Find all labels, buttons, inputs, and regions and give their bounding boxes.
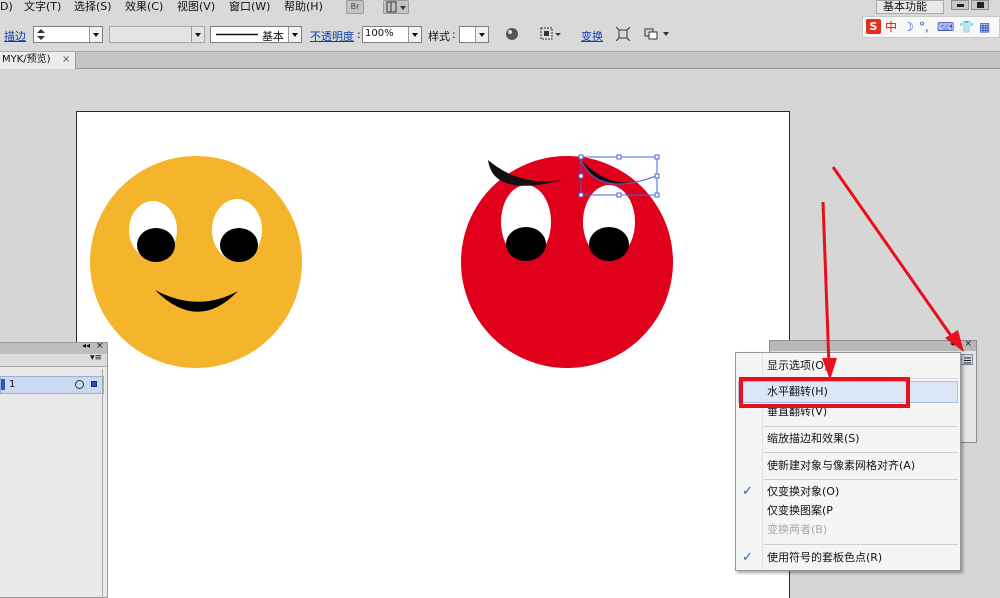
- menu-item-transform-object-only[interactable]: ✓ 仅变换对象(O): [736, 482, 960, 502]
- menu-item-label: 仅变换图案(P: [767, 504, 833, 517]
- layers-panel-tabbar: ▾≡: [0, 353, 107, 367]
- menu-separator: [764, 452, 958, 453]
- close-icon[interactable]: ×: [964, 339, 972, 349]
- red-right-pupil: [589, 227, 629, 261]
- menu-item-label: 使新建对象与像素网格对齐(A): [767, 459, 916, 472]
- menu-item-show-options[interactable]: 显示选项(O): [736, 356, 960, 376]
- yellow-left-pupil: [137, 228, 175, 262]
- transform-panel-header[interactable]: ◂◂ ×: [770, 339, 976, 351]
- menu-item-label: 显示选项(O): [767, 359, 829, 372]
- menu-item-transform-both[interactable]: 变换两者(B): [736, 520, 960, 540]
- yellow-face[interactable]: [90, 156, 302, 368]
- collapse-icon[interactable]: ◂◂: [82, 341, 90, 350]
- target-icon[interactable]: [75, 380, 84, 389]
- menu-item-label: 仅变换对象(O): [767, 485, 840, 498]
- menu-item-align-pixel-grid[interactable]: 使新建对象与像素网格对齐(A): [736, 456, 960, 476]
- menu-item-transform-pattern-only[interactable]: 仅变换图案(P: [736, 501, 960, 521]
- selection-indicator-icon[interactable]: [91, 381, 97, 387]
- close-icon[interactable]: ×: [96, 341, 104, 351]
- highlight-box-annotation: [739, 377, 910, 408]
- red-face-group[interactable]: [461, 156, 673, 368]
- layer-row[interactable]: 1: [0, 376, 104, 394]
- menu-item-label: 使用符号的套板色点(R): [767, 551, 883, 564]
- layer-name: 1: [9, 379, 16, 390]
- collapse-icon[interactable]: ◂◂: [950, 339, 958, 348]
- menu-item-symbol-registration-point[interactable]: ✓ 使用符号的套板色点(R): [736, 548, 960, 568]
- layer-color-indicator: [1, 379, 5, 390]
- menu-separator: [764, 426, 958, 427]
- check-icon: ✓: [742, 550, 753, 565]
- check-icon: ✓: [742, 484, 753, 499]
- menu-item-scale-strokes[interactable]: 缩放描边和效果(S): [736, 429, 960, 449]
- red-face[interactable]: [461, 156, 673, 368]
- menu-item-label: 变换两者(B): [767, 523, 828, 536]
- red-left-pupil: [506, 227, 546, 261]
- panel-menu-icon[interactable]: ▾≡: [90, 353, 102, 363]
- yellow-smiley[interactable]: [90, 156, 302, 368]
- yellow-right-pupil: [220, 228, 258, 262]
- layers-panel: ◂◂ × ▾≡ 1: [0, 341, 108, 598]
- menu-separator: [764, 544, 958, 545]
- menu-separator: [764, 479, 958, 480]
- layers-scrollbar[interactable]: [102, 369, 107, 598]
- menu-item-label: 缩放描边和效果(S): [767, 432, 860, 445]
